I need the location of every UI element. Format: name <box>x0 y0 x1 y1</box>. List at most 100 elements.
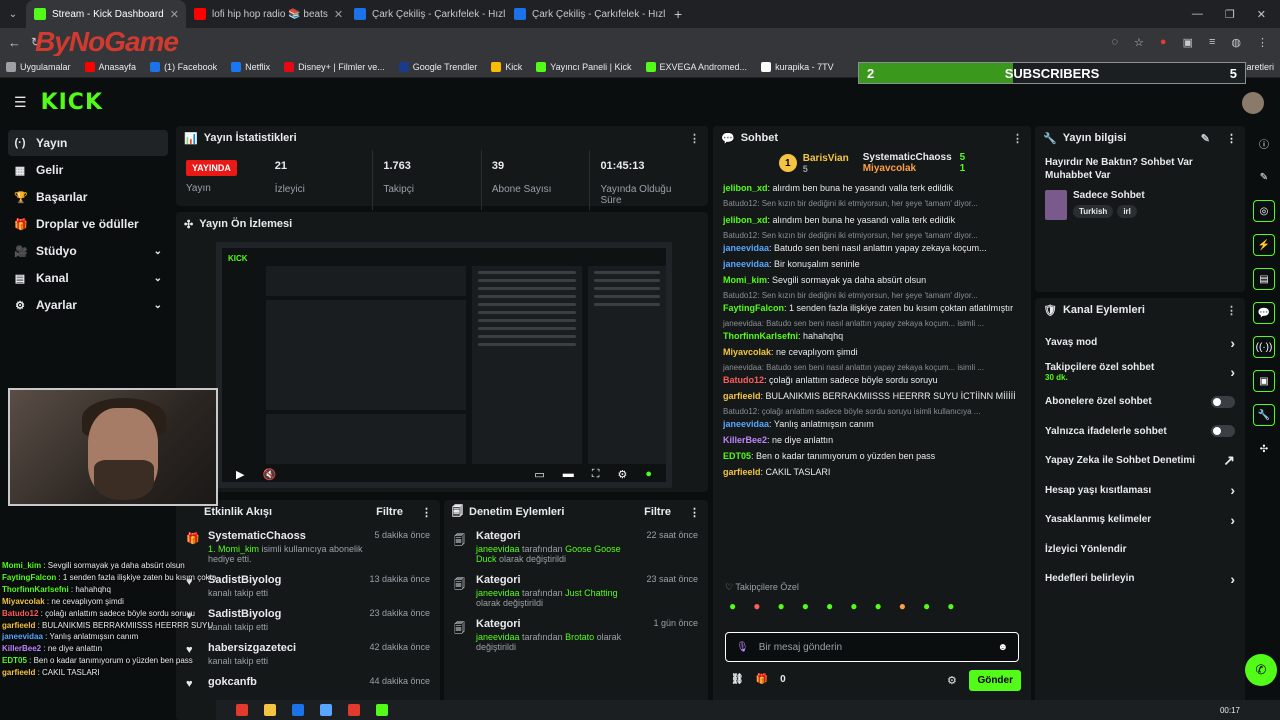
chevron-right-icon[interactable]: › <box>1230 335 1235 351</box>
taskbar-app-icon[interactable] <box>348 704 360 716</box>
rail-action-icon[interactable]: ✣ <box>1253 438 1275 460</box>
channel-action-row[interactable]: Yapay Zeka ile Sohbet Denetimi ↗ <box>1035 446 1245 476</box>
tag-chip[interactable]: irl <box>1117 205 1137 218</box>
sidebar-item[interactable]: ⚙ Ayarlar ⌄ <box>8 292 168 318</box>
emote-icon[interactable]: ● <box>778 599 785 613</box>
chat-username[interactable]: jelibon_xd <box>723 215 768 225</box>
emote-icon[interactable]: ● <box>923 599 930 613</box>
bookmark-item[interactable]: Netflix <box>231 61 270 72</box>
settings-icon[interactable]: ⚙ <box>617 468 627 481</box>
chevron-right-icon[interactable]: › <box>1230 571 1235 587</box>
bookmark-item[interactable]: Anasayfa <box>84 61 136 72</box>
rail-action-icon[interactable]: ((·)) <box>1253 336 1275 358</box>
channel-action-row[interactable]: Yalnızca ifadelerle sohbet <box>1035 417 1245 447</box>
chat-message[interactable]: Momi_kim: Sevgili sormayak ya daha absür… <box>713 272 1031 288</box>
chat-message[interactable]: janeevidaa: Batudo sen beni nasıl anlatt… <box>713 316 1031 344</box>
chat-username[interactable]: FaytingFalcon <box>723 303 784 313</box>
activity-user[interactable]: SadistBiyolog <box>208 608 281 620</box>
emote-icon[interactable]: ● <box>850 599 857 613</box>
browser-tab[interactable]: Stream - Kick Dashboard ✕ <box>26 0 186 28</box>
more-icon[interactable]: ⋮ <box>689 506 700 519</box>
chat-username[interactable]: janeevidaa <box>723 419 769 429</box>
taskbar-app-icon[interactable] <box>264 704 276 716</box>
bookmark-item[interactable]: (1) Facebook <box>150 61 217 72</box>
moderation-user[interactable]: janeevidaa <box>476 588 520 598</box>
chat-username[interactable]: Batudo12 <box>723 375 764 385</box>
chat-username[interactable]: Miyavcolak <box>723 347 771 357</box>
chat-username[interactable]: garfieeld <box>723 391 761 401</box>
channel-action-row[interactable]: Abonelere özel sohbet <box>1035 387 1245 417</box>
emote-icon[interactable]: ● <box>875 599 882 613</box>
chat-input[interactable]: 🎙 Bir mesaj gönderin ☻ <box>725 632 1019 662</box>
chat-username[interactable]: EDT05 <box>723 451 751 461</box>
taskbar-app-icon[interactable] <box>236 704 248 716</box>
moderation-filter-button[interactable]: Filtre <box>644 506 671 518</box>
tag-chip[interactable]: Turkish <box>1073 205 1114 218</box>
moderation-user[interactable]: janeevidaa <box>476 544 520 554</box>
bookmark-item[interactable]: Yayıncı Paneli | Kick <box>536 61 632 72</box>
rail-action-icon[interactable]: 🔧 <box>1253 404 1275 426</box>
sidebar-item[interactable]: (·) Yayın <box>8 130 168 156</box>
channel-action-row[interactable]: Yasaklanmış kelimeler › <box>1035 505 1245 535</box>
profile-icon[interactable]: ◍ <box>1231 36 1241 49</box>
bookmark-item[interactable]: Google Trendler <box>398 61 477 72</box>
chat-message[interactable]: EDT05: Ben o kadar tanımıyorum o yüzden … <box>713 448 1031 464</box>
channel-action-row[interactable]: Hedefleri belirleyin › <box>1035 564 1245 594</box>
emote-icon[interactable]: ● <box>826 599 833 613</box>
pencil-icon[interactable]: ✎ <box>1253 166 1275 188</box>
moderation-target[interactable]: Brotato <box>565 632 594 642</box>
chat-settings-icon[interactable]: ⚙ <box>947 674 957 687</box>
kick-fab-button[interactable]: ✆ <box>1245 654 1277 686</box>
chevron-down-icon[interactable]: ⌄ <box>154 273 162 284</box>
kick-logo[interactable]: KICK <box>41 90 103 115</box>
emoji-icon[interactable]: ☻ <box>997 642 1008 653</box>
puzzle-icon[interactable]: ▣ <box>1183 36 1193 49</box>
activity-user[interactable]: habersizgazeteci <box>208 642 296 654</box>
chat-message[interactable]: janeevidaa: Batudo sen beni nasıl anlatt… <box>713 360 1031 388</box>
minimize-icon[interactable]: — <box>1192 8 1203 21</box>
chat-message[interactable]: Batudo12: Sen kızın bir dediğini iki etm… <box>713 228 1031 256</box>
channel-action-row[interactable]: Hesap yaşı kısıtlaması › <box>1035 476 1245 506</box>
eye-off-icon[interactable]: ◌ <box>1111 36 1118 49</box>
chat-message[interactable]: garfieeld: BULANIKMIS BERRAKMIISSS HEERR… <box>713 388 1031 404</box>
maximize-icon[interactable]: ❐ <box>1225 8 1235 21</box>
bookmark-item[interactable]: kurapika - 7TV <box>761 61 834 72</box>
chat-username[interactable]: janeevidaa <box>723 243 769 253</box>
taskbar-app-icon[interactable] <box>320 704 332 716</box>
bookmark-item[interactable]: Uygulamalar <box>6 61 71 72</box>
activity-highlight[interactable]: 1. Momi_kim <box>208 544 259 554</box>
rail-action-icon[interactable]: ⚡ <box>1253 234 1275 256</box>
activity-filter-button[interactable]: Filtre <box>376 506 403 518</box>
stream-preview-video[interactable]: KICK ▶ 🔇 ▭ ▬ ⛶ ⚙ ● <box>216 242 672 488</box>
emote-icon[interactable]: ● <box>729 599 736 613</box>
tab-close-icon[interactable]: ✕ <box>170 8 179 21</box>
extension-icon[interactable]: ● <box>1160 36 1167 49</box>
taskbar-app-icon[interactable] <box>376 704 388 716</box>
reading-list-icon[interactable]: ≡ <box>1209 36 1215 49</box>
browser-tab[interactable]: lofi hip hop radio 📚 beats ✕ <box>186 0 346 28</box>
chat-message[interactable]: Batudo12: çolağı anlattım sadece böyle s… <box>713 404 1031 432</box>
chevron-right-icon[interactable]: › <box>1230 482 1235 498</box>
rail-action-icon[interactable]: 💬 <box>1253 302 1275 324</box>
pip-icon[interactable]: ▭ <box>534 468 544 481</box>
theater-icon[interactable]: ▬ <box>563 468 574 480</box>
link-icon[interactable]: ⛓ <box>731 674 744 685</box>
chevron-down-icon[interactable]: ⌄ <box>154 246 162 257</box>
chat-username[interactable]: janeevidaa <box>723 259 769 269</box>
tab-search-icon[interactable]: ⌄ <box>0 9 26 20</box>
more-icon[interactable]: ⋮ <box>1226 304 1237 317</box>
browser-tab[interactable]: Çark Çekiliş - Çarkıfelek - Hızlı Ç✕ <box>506 0 666 28</box>
menu-icon[interactable]: ⋮ <box>1257 36 1268 49</box>
rail-action-icon[interactable]: ▣ <box>1253 370 1275 392</box>
more-icon[interactable]: ⋮ <box>421 506 432 519</box>
more-icon[interactable]: ⋮ <box>1226 132 1237 145</box>
chat-message[interactable]: KillerBee2: ne diye anlattın <box>713 432 1031 448</box>
taskbar-app-icon[interactable] <box>292 704 304 716</box>
chat-message[interactable]: Batudo12: Sen kızın bir dediğini iki etm… <box>713 196 1031 212</box>
bookmark-item[interactable]: Kick <box>491 61 522 72</box>
more-icon[interactable]: ⋮ <box>689 132 700 145</box>
info-icon[interactable]: ⓘ <box>1253 132 1275 154</box>
sidebar-item[interactable]: ▦ Gelir <box>8 157 168 183</box>
chat-username[interactable]: Momi_kim <box>723 275 767 285</box>
mute-icon[interactable]: 🔇 <box>262 468 276 481</box>
